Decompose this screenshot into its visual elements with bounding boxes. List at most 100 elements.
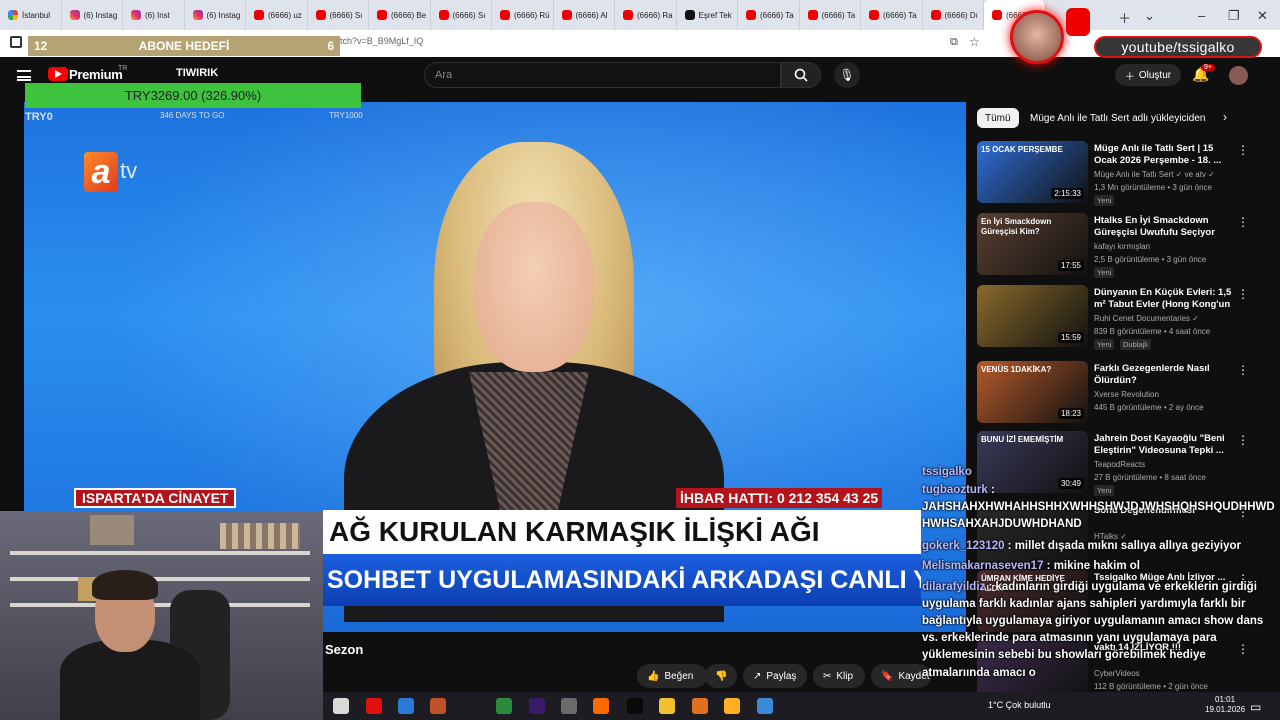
notification-center-icon[interactable]: ▭ [1250, 700, 1261, 714]
chevron-right-icon[interactable]: › [1223, 110, 1227, 124]
firefox-icon[interactable] [593, 698, 609, 714]
tab-label: (6) Instag [83, 10, 118, 20]
recommendation-title[interactable]: Jahrein Dost Kayaoğlu "Beni Eleştirin" V… [1094, 433, 1234, 457]
browser-tab[interactable]: (6666) uz [246, 0, 308, 30]
new-badge: Yeni [1094, 339, 1115, 350]
chat-username[interactable]: tssigalko [922, 466, 972, 478]
share-button[interactable]: ↗ Paylaş [743, 664, 807, 688]
browser-tab[interactable]: (6666) Dı [923, 0, 984, 30]
chat-username[interactable]: dilarafyildiz [922, 581, 985, 593]
bookmark-star-icon[interactable]: ☆ [969, 35, 980, 49]
search-button[interactable] [781, 62, 821, 88]
task-view-icon[interactable] [333, 698, 349, 714]
mail-icon[interactable] [398, 698, 414, 714]
chat-username[interactable]: tugbaozturk [922, 484, 988, 496]
menu-icon[interactable] [17, 70, 31, 81]
app-icon[interactable] [724, 698, 740, 714]
system-clock[interactable]: 01:01 19.01.2026 [1205, 695, 1245, 715]
more-options-icon[interactable]: ⋮ [1237, 287, 1249, 301]
chat-username[interactable]: Melismakarnaseven17 [922, 560, 1043, 572]
video-thumbnail[interactable]: En İyi Smackdown Güreşçisi Kim? 17:55 [977, 213, 1088, 275]
opera-icon[interactable] [366, 698, 382, 714]
target-end: TRY1000 [329, 111, 363, 120]
search-icon [794, 68, 808, 82]
tab-actions-icon[interactable] [10, 36, 22, 48]
browser-tab[interactable]: (6) Inst [123, 0, 185, 30]
like-button[interactable]: 👍 Beğen [637, 664, 707, 688]
browser-tab[interactable]: (6666) Sı [308, 0, 369, 30]
more-options-icon[interactable]: ⋮ [1237, 215, 1249, 229]
browser-tab[interactable]: (6666) Al [554, 0, 615, 30]
more-options-icon[interactable]: ⋮ [1237, 363, 1249, 377]
tab-favicon-icon [192, 10, 203, 20]
recommendation-channel[interactable]: Ruhi Cenet Documentaries ✓ [1094, 314, 1199, 323]
clip-button[interactable]: ✂ Klip [813, 664, 865, 688]
chip-from-uploader[interactable]: Müge Anlı ile Tatlı Sert adlı yükleyicid… [1022, 108, 1214, 128]
recommendation-item[interactable]: 15 OCAK PERŞEMBE 2:15:33 Müge Anlı ile Tat… [977, 141, 1267, 207]
install-icon[interactable]: ⧉ [950, 36, 958, 49]
scissors-icon: ✂ [823, 670, 832, 682]
video-thumbnail[interactable]: VENÜS 1DAKİKA? 18:23 [977, 361, 1088, 423]
browser-tab[interactable]: (6666) Be [369, 0, 431, 30]
chat-username[interactable]: gokerk_123120 [922, 540, 1004, 552]
recommendation-title[interactable]: Dünyanın En Küçük Evleri: 1,5 m² Tabut E… [1094, 287, 1234, 311]
browser-tab[interactable]: (6666) Ta [861, 0, 923, 30]
browser-tab[interactable]: (6666) Ta [738, 0, 800, 30]
youtube-premium-label[interactable]: Premium [69, 67, 123, 82]
recommendation-channel[interactable]: kafayı kırmışlan [1094, 242, 1150, 251]
recommendation-title[interactable]: Htalks En İyi Smackdown Güreşçisi Uwufuf… [1094, 215, 1234, 239]
video-thumbnail[interactable]: 15 OCAK PERŞEMBE 2:15:33 [977, 141, 1088, 203]
browser-tab[interactable]: Eşref Tek [677, 0, 738, 30]
tab-favicon-icon [930, 10, 941, 20]
thumbnail-text: En İyi Smackdown Güreşçisi Kim? [981, 217, 1052, 236]
recommendation-meta: 1,3 Mn görüntüleme • 3 gün önce [1094, 183, 1212, 192]
obs-icon[interactable] [627, 698, 643, 714]
tab-label: (6) Inst [145, 10, 170, 20]
share-label: Paylaş [766, 670, 797, 682]
photos-icon[interactable] [430, 698, 446, 714]
recommendation-title[interactable]: Müge Anlı ile Tatlı Sert | 15 Ocak 2026 … [1094, 143, 1234, 167]
browser-tab[interactable]: (6666) Ra [615, 0, 677, 30]
browser-tab[interactable]: (6666) Rü [492, 0, 554, 30]
streamer-handle: youtube/tssigalko [1094, 36, 1262, 58]
browser-tab[interactable]: (6) Instag [62, 0, 123, 30]
voice-search-button[interactable]: 🎙 [834, 62, 860, 88]
browser-tab[interactable]: (6666) Ta [800, 0, 861, 30]
recommendation-title[interactable]: Farklı Gezegenlerde Nasıl Ölürdün? [1094, 363, 1234, 387]
donation-target-bar: TRY3269.00 (326.90%) [25, 83, 361, 108]
recommendation-channel[interactable]: TeapodReacts [1094, 460, 1145, 469]
chrome-icon[interactable] [496, 698, 512, 714]
goal-left-value: 12 [34, 39, 48, 53]
file-explorer-icon[interactable] [659, 698, 675, 714]
chat-text: JAHSHAHXHWHAHHSHHXWHHSHWJDJWHSHQHSHQUDHH… [922, 501, 1275, 513]
chat-message: vs. erkeklerinde para atmasının yanı uyg… [922, 630, 1217, 646]
browser-tab[interactable]: (6666) Sı [431, 0, 492, 30]
premiere-icon[interactable] [529, 698, 545, 714]
tab-favicon-icon [746, 10, 756, 20]
app-icon[interactable] [561, 698, 577, 714]
search-input[interactable]: Ara [424, 62, 781, 88]
recommendation-channel[interactable]: Müge Anlı ile Tatlı Sert ✓ ve atv ✓ [1094, 170, 1215, 179]
chat-message: yüklemesinin sebebi bu showları görebilm… [922, 647, 1206, 663]
dislike-button[interactable]: 👎 [705, 664, 737, 688]
vlc-icon[interactable] [692, 698, 708, 714]
tab-favicon-icon [131, 10, 141, 20]
tab-favicon-icon [438, 10, 449, 20]
recommendation-item[interactable]: En İyi Smackdown Güreşçisi Kim? 17:55 Htal… [977, 213, 1267, 279]
weather-widget[interactable]: 1°C Çok bulutlu [988, 700, 1051, 710]
tab-label: (6666) Ra [637, 10, 673, 20]
tab-favicon-icon [69, 10, 80, 20]
recommendation-channel[interactable]: Xverse Revolution [1094, 390, 1159, 399]
more-options-icon[interactable]: ⋮ [1237, 143, 1249, 157]
more-options-icon[interactable]: ⋮ [1237, 433, 1249, 447]
target-days: 346 DAYS TO GO [160, 111, 225, 120]
youtube-logo-icon[interactable] [48, 67, 68, 81]
browser-tab[interactable]: (6) Instag [185, 0, 246, 30]
chip-all[interactable]: Tümü [977, 108, 1019, 128]
recommendation-item[interactable]: VENÜS 1DAKİKA? 18:23 Farklı Gezegenlerde N… [977, 361, 1267, 427]
url-field[interactable]: tch?v=B_B9MgLf_IQ [340, 36, 423, 46]
browser-tab[interactable]: İstanbul [0, 0, 62, 30]
video-thumbnail[interactable]: 15:59 [977, 285, 1088, 347]
app-icon[interactable] [757, 698, 773, 714]
recommendation-item[interactable]: 15:59 Dünyanın En Küçük Evleri: 1,5 m² Ta… [977, 285, 1267, 351]
